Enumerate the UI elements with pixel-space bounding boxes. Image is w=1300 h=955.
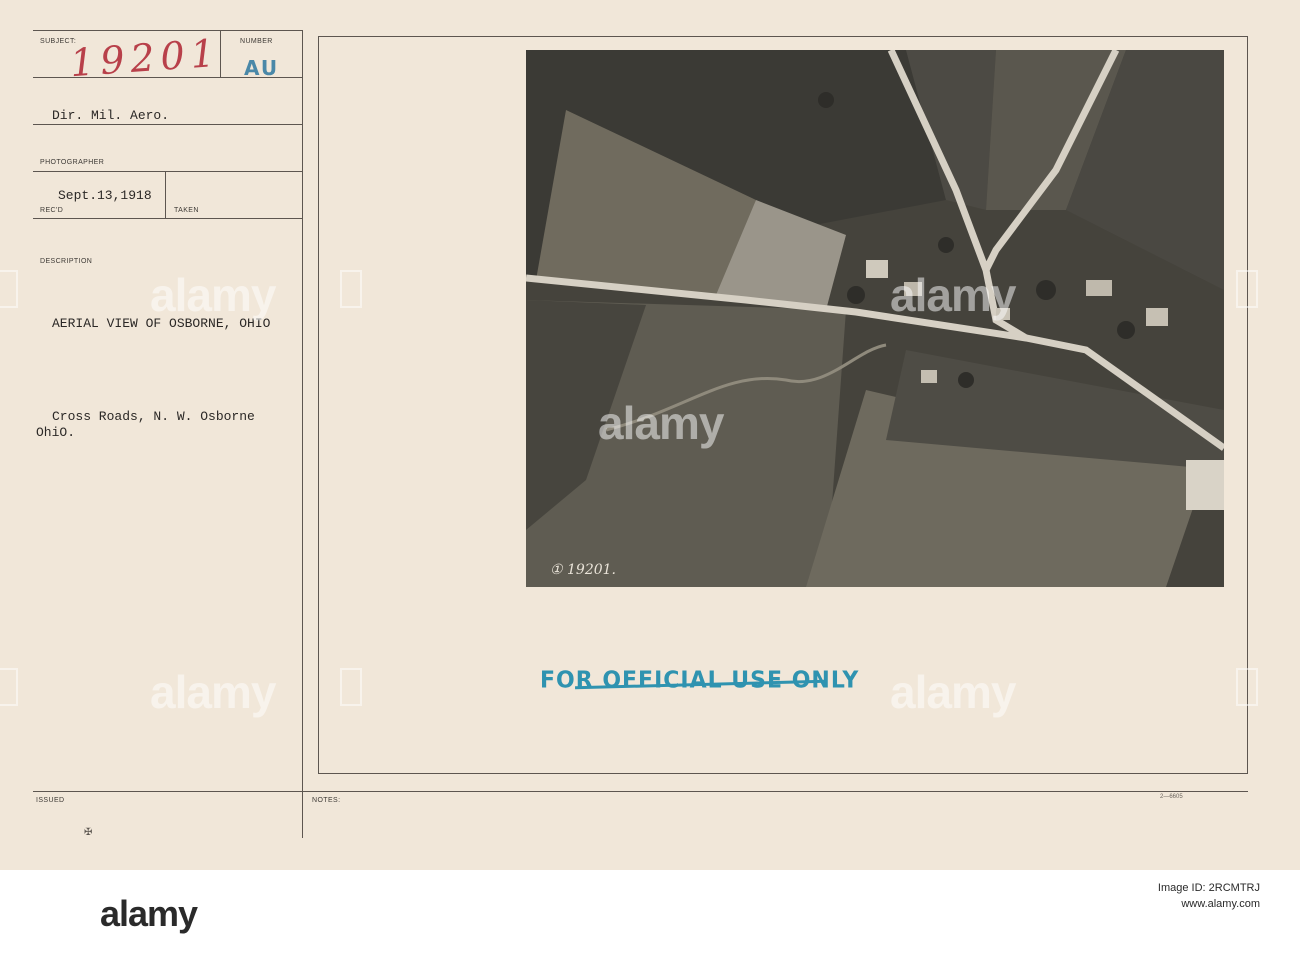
farm-building-6 (1146, 308, 1168, 326)
tree-5 (958, 372, 974, 388)
rule-photo-box-top (318, 36, 1248, 37)
rule-photo-box-bottom (318, 773, 1248, 774)
rule-row-2 (33, 124, 303, 125)
description-line-2: OhiO. (36, 425, 76, 440)
watermark-bottom-right: alamy (890, 666, 1016, 718)
farm-building-5 (1086, 280, 1112, 296)
rule-top-left (33, 30, 303, 31)
watermark-frame-br (1236, 668, 1258, 706)
label-description: DESCRIPTION (40, 258, 93, 265)
watermark-frame-right (1236, 270, 1258, 308)
rule-bottom (33, 791, 1248, 792)
negative-number: ① 19201. (550, 562, 616, 578)
footer-strip: alamy Image ID: 2RCMTRJ www.alamy.com (0, 870, 1300, 955)
rule-date-divider (165, 171, 166, 218)
source-text: Dir. Mil. Aero. (52, 108, 170, 123)
footer-info: Image ID: 2RCMTRJ www.alamy.com (1158, 882, 1260, 910)
description-line-1: Cross Roads, N. W. Osborne (52, 409, 255, 424)
farm-building-3 (921, 370, 937, 383)
tree-2 (938, 237, 954, 253)
watermark-centre: alamy (598, 397, 724, 449)
label-recd: REC'D (40, 207, 64, 214)
watermark-top-right: alamy (890, 269, 1016, 321)
watermark-bottom-left: alamy (150, 666, 276, 718)
watermark-frame-mid-left (340, 270, 362, 308)
issued-mark: ✠ (84, 827, 93, 838)
tree-4 (1117, 321, 1135, 339)
number-code-stamp: AU (244, 56, 280, 80)
rule-photo-box-right (1247, 36, 1248, 773)
rule-row-4 (33, 218, 303, 219)
tree-1 (847, 286, 865, 304)
date-received-text: Sept.13,1918 (58, 188, 152, 203)
watermark-frame-left (0, 270, 18, 308)
label-photographer: PHOTOGRAPHER (40, 159, 105, 166)
aerial-photograph (526, 50, 1224, 587)
form-code: 2—6605 (1160, 794, 1183, 800)
record-card: SUBJECT: NUMBER PHOTOGRAPHER REC'D TAKEN… (0, 0, 1300, 870)
label-number: NUMBER (240, 38, 273, 45)
watermark-frame-bm (340, 668, 362, 706)
label-taken: TAKEN (174, 207, 199, 214)
tree-6 (818, 92, 834, 108)
label-issued: ISSUED (36, 797, 65, 804)
farm-building-1 (866, 260, 888, 278)
watermark-frame-bl (0, 668, 18, 706)
rule-left-vertical (302, 30, 303, 838)
site-url[interactable]: www.alamy.com (1158, 898, 1260, 910)
aerial-photo-drawing (526, 50, 1224, 587)
rule-photo-box-left (318, 36, 319, 773)
alamy-logo[interactable]: alamy (100, 893, 198, 935)
rule-row-3 (33, 171, 303, 172)
tree-3 (1036, 280, 1056, 300)
watermark-top-left: alamy (150, 269, 276, 321)
barn-southeast (1186, 460, 1224, 510)
image-id: Image ID: 2RCMTRJ (1157, 882, 1260, 894)
label-notes: NOTES: (312, 797, 341, 804)
